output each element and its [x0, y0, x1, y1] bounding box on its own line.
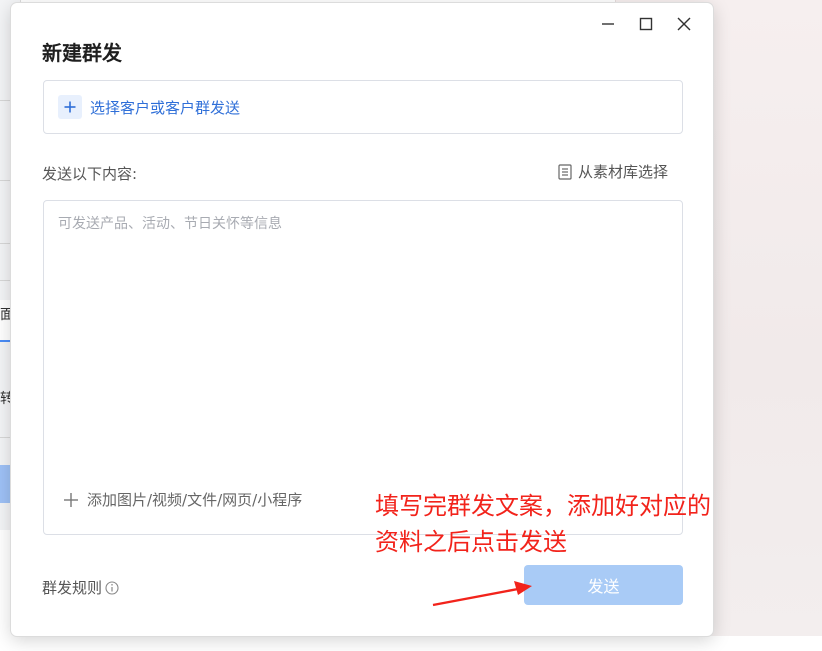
send-button[interactable]: 发送 [524, 565, 683, 605]
select-recipients-button[interactable]: 选择客户或客户群发送 [43, 80, 683, 134]
close-button[interactable] [665, 9, 703, 39]
maximize-button[interactable] [627, 9, 665, 39]
document-icon [558, 163, 572, 180]
select-from-library-link[interactable]: 从素材库选择 [558, 161, 668, 182]
content-section-label: 发送以下内容: [42, 165, 138, 183]
add-attachment-button[interactable]: 添加图片/视频/文件/网页/小程序 [63, 489, 302, 510]
annotation-line: 资料之后点击发送 [375, 528, 567, 556]
broadcast-rules-link[interactable]: 群发规则 [42, 577, 119, 598]
bottom-strip [0, 636, 822, 651]
plus-icon [64, 492, 78, 507]
add-attachment-label: 添加图片/视频/文件/网页/小程序 [87, 491, 303, 509]
broadcast-rules-label: 群发规则 [42, 579, 103, 597]
info-icon [105, 580, 119, 595]
minimize-button[interactable] [589, 9, 627, 39]
select-from-library-label: 从素材库选择 [578, 163, 669, 181]
plus-icon [58, 95, 82, 119]
dialog-title: 新建群发 [42, 41, 122, 65]
window-controls [589, 9, 703, 39]
maximize-icon [639, 17, 653, 31]
select-recipients-label: 选择客户或客户群发送 [90, 98, 241, 117]
message-content-box: 添加图片/视频/文件/网页/小程序 [43, 200, 683, 535]
minimize-icon [602, 23, 614, 25]
message-content-input[interactable] [44, 201, 682, 471]
close-icon [677, 17, 691, 31]
annotation-line: 填写完群发文案，添加好对应的 [375, 492, 711, 520]
annotation-text: 填写完群发文案，添加好对应的 资料之后点击发送 [375, 488, 755, 560]
